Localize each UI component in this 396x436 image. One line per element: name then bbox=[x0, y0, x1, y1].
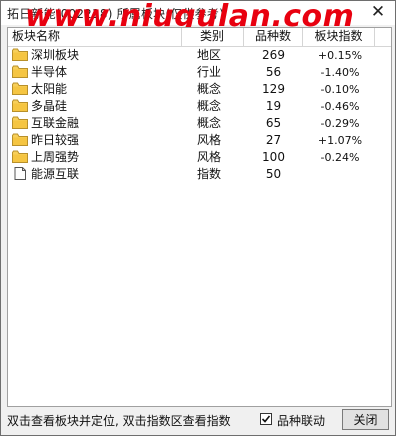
sector-category: 风格 bbox=[197, 133, 222, 147]
sector-name: 深圳板块 bbox=[31, 48, 80, 62]
sector-category: 地区 bbox=[197, 48, 222, 62]
column-header-name[interactable]: 板块名称 bbox=[8, 28, 182, 46]
sector-table[interactable]: 板块名称 类别 品种数 板块指数 深圳板块 地区 269 +0.15% 半导体 行业 56 -… bbox=[7, 27, 392, 407]
table-row[interactable]: 互联金融 概念 65 -0.29% bbox=[8, 115, 391, 132]
sector-index[interactable]: -1.40% bbox=[304, 64, 376, 81]
sector-index[interactable]: -0.24% bbox=[304, 149, 376, 166]
sector-category: 风格 bbox=[197, 150, 222, 164]
sector-count: 56 bbox=[265, 65, 282, 79]
folder-icon bbox=[12, 65, 28, 78]
folder-icon bbox=[12, 82, 28, 95]
sector-name: 互联金融 bbox=[31, 116, 80, 130]
table-body: 深圳板块 地区 269 +0.15% 半导体 行业 56 -1.40% 太阳能 概念 129 -0.1… bbox=[8, 47, 391, 183]
sector-count: 50 bbox=[265, 167, 282, 181]
sector-name-cell[interactable]: 昨日较强 bbox=[12, 132, 182, 149]
sector-count: 129 bbox=[262, 82, 285, 96]
status-hint: 双击查看板块并定位, 双击指数区查看指数 bbox=[7, 414, 231, 428]
column-header-index[interactable]: 板块指数 bbox=[303, 28, 375, 46]
table-row[interactable]: 太阳能 概念 129 -0.10% bbox=[8, 81, 391, 98]
sector-category: 概念 bbox=[197, 116, 222, 130]
column-header-category[interactable]: 类别 bbox=[182, 28, 244, 46]
sector-index[interactable]: +0.15% bbox=[304, 47, 376, 64]
sector-name: 昨日较强 bbox=[31, 133, 80, 147]
sector-name-cell[interactable]: 太阳能 bbox=[12, 81, 182, 98]
sector-index[interactable]: +1.07% bbox=[304, 132, 376, 149]
sector-index[interactable]: -0.10% bbox=[304, 81, 376, 98]
folder-icon bbox=[12, 48, 28, 61]
folder-icon bbox=[12, 116, 28, 129]
sector-category: 概念 bbox=[197, 82, 222, 96]
sector-count: 19 bbox=[265, 99, 282, 113]
close-icon[interactable]: ✕ bbox=[369, 3, 387, 21]
table-row[interactable]: 半导体 行业 56 -1.40% bbox=[8, 64, 391, 81]
sector-name: 能源互联 bbox=[31, 167, 80, 181]
folder-icon bbox=[12, 99, 28, 112]
sector-name-cell[interactable]: 深圳板块 bbox=[12, 47, 182, 64]
sector-name: 多晶硅 bbox=[31, 99, 68, 113]
sector-count: 269 bbox=[262, 48, 285, 62]
sector-index[interactable] bbox=[304, 166, 376, 183]
linkage-checkbox-label[interactable]: 品种联动 bbox=[277, 412, 325, 429]
document-icon bbox=[14, 167, 26, 180]
sector-name: 太阳能 bbox=[31, 82, 68, 96]
sector-name-cell[interactable]: 上周强势 bbox=[12, 149, 182, 166]
sector-count: 27 bbox=[265, 133, 282, 147]
sector-category: 行业 bbox=[197, 65, 222, 79]
table-header: 板块名称 类别 品种数 板块指数 bbox=[8, 28, 391, 47]
sector-name: 半导体 bbox=[31, 65, 68, 79]
sector-count: 100 bbox=[262, 150, 285, 164]
check-icon bbox=[261, 415, 271, 423]
sector-index[interactable]: -0.29% bbox=[304, 115, 376, 132]
sector-name: 上周强势 bbox=[31, 150, 80, 164]
table-row[interactable]: 深圳板块 地区 269 +0.15% bbox=[8, 47, 391, 64]
sector-count: 65 bbox=[265, 116, 282, 130]
sector-name-cell[interactable]: 半导体 bbox=[12, 64, 182, 81]
column-header-count[interactable]: 品种数 bbox=[244, 28, 303, 46]
sector-category: 概念 bbox=[197, 99, 222, 113]
folder-icon bbox=[12, 133, 28, 146]
linkage-checkbox[interactable] bbox=[260, 413, 272, 425]
sector-name-cell[interactable]: 能源互联 bbox=[12, 166, 182, 183]
sector-name-cell[interactable]: 互联金融 bbox=[12, 115, 182, 132]
sector-category: 指数 bbox=[197, 167, 222, 181]
sector-index[interactable]: -0.46% bbox=[304, 98, 376, 115]
table-row[interactable]: 能源互联 指数 50 bbox=[8, 166, 391, 183]
table-row[interactable]: 多晶硅 概念 19 -0.46% bbox=[8, 98, 391, 115]
sector-name-cell[interactable]: 多晶硅 bbox=[12, 98, 182, 115]
title-bar: 拓日新能(002218) 所属板块(仅供参考) www.niugulan.com… bbox=[1, 0, 395, 34]
folder-icon bbox=[12, 150, 28, 163]
dialog-window: 拓日新能(002218) 所属板块(仅供参考) www.niugulan.com… bbox=[0, 0, 396, 436]
table-row[interactable]: 上周强势 风格 100 -0.24% bbox=[8, 149, 391, 166]
close-button[interactable]: 关闭 bbox=[342, 409, 389, 430]
table-row[interactable]: 昨日较强 风格 27 +1.07% bbox=[8, 132, 391, 149]
